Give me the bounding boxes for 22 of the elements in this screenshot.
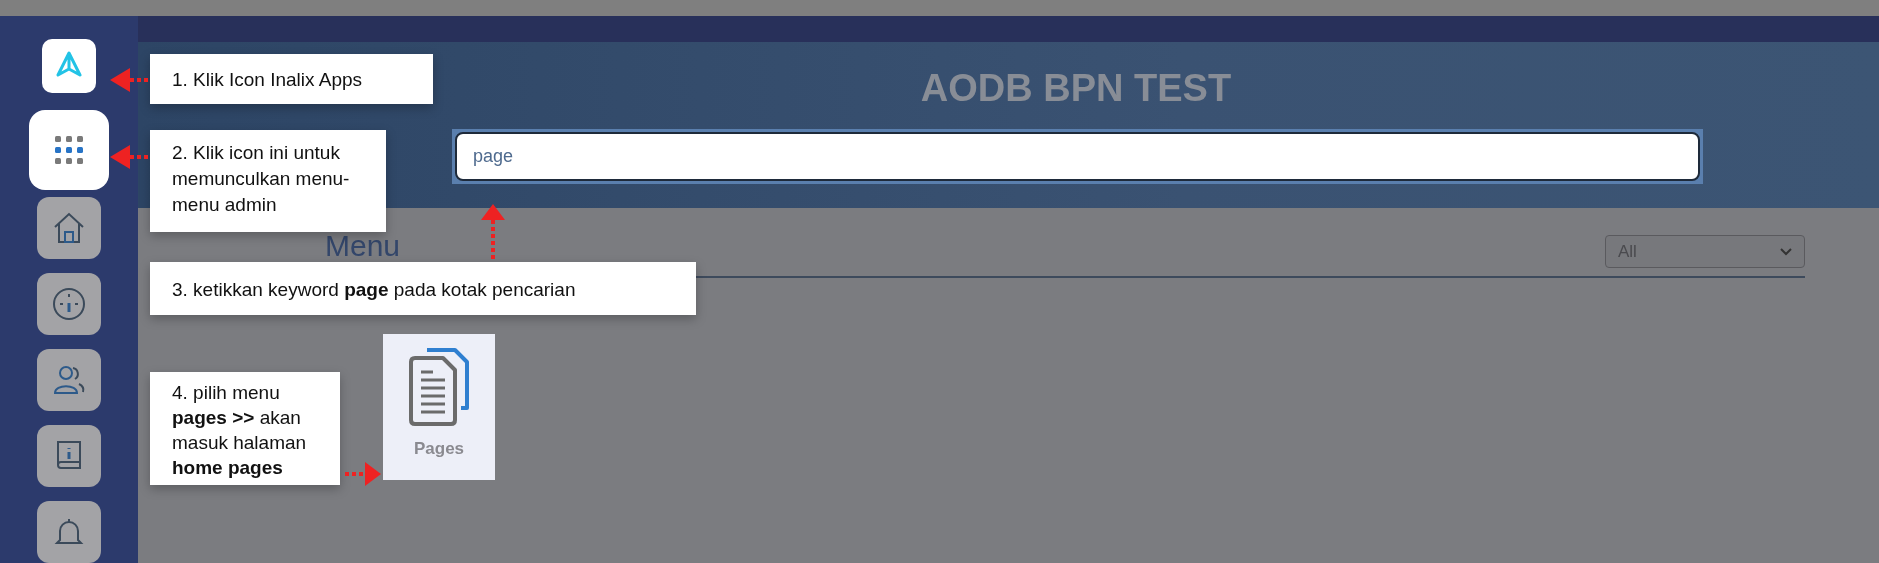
sidebar-button[interactable] xyxy=(37,501,101,563)
callout-note: 2. Klik icon ini untuk memunculkan menu-menu admin xyxy=(150,130,386,232)
pointer-arrow xyxy=(480,204,506,262)
sidebar-button[interactable] xyxy=(37,349,101,411)
pointer-arrow xyxy=(345,461,381,487)
gauge-icon xyxy=(51,286,87,322)
callout-note: 4. pilih menu pages >> akan masuk halaman home pages xyxy=(150,372,340,485)
pointer-arrow xyxy=(110,144,150,170)
menu-tile[interactable]: Pages xyxy=(383,334,495,480)
sidebar-button[interactable] xyxy=(29,110,109,190)
menu-tile-label: Pages xyxy=(413,438,465,460)
sidebar-button[interactable] xyxy=(37,425,101,487)
pointer-arrow xyxy=(110,67,150,93)
grid-icon xyxy=(54,135,84,165)
sidebar-button[interactable] xyxy=(37,197,101,259)
search-field[interactable]: page xyxy=(455,132,1700,181)
sidebar-button[interactable] xyxy=(42,39,96,93)
chevron-down-icon xyxy=(1780,247,1792,256)
app-title: AODB BPN TEST xyxy=(920,66,1232,111)
callout-note: 1. Klik Icon Inalix Apps xyxy=(150,54,433,104)
sidebar-button[interactable] xyxy=(37,273,101,335)
callout-note: 3. ketikkan keyword page pada kotak pencarian xyxy=(150,262,696,315)
